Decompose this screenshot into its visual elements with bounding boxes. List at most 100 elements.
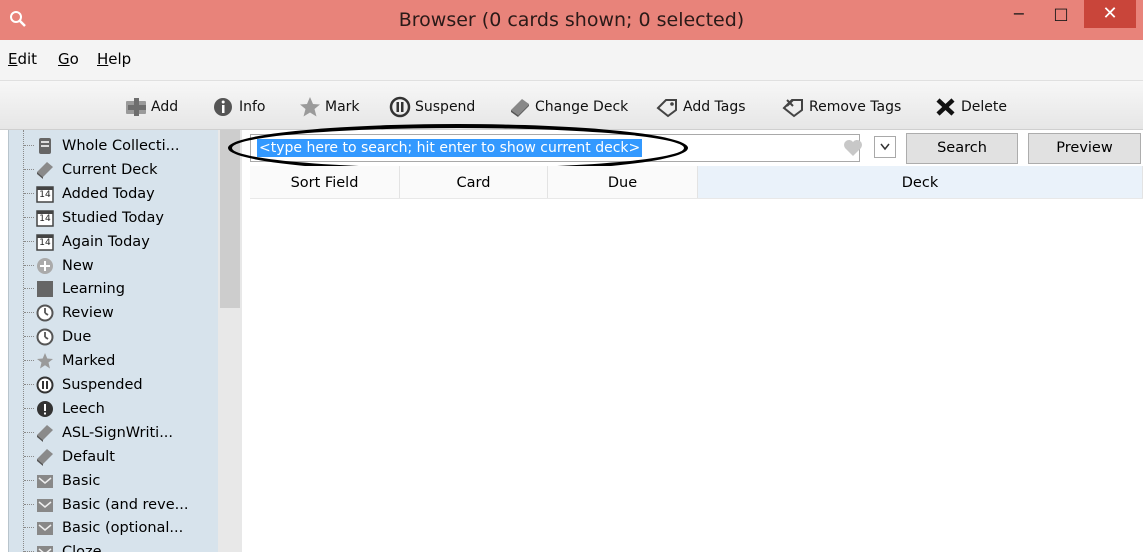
sidebar-item[interactable]: Leech [24, 398, 105, 420]
deck-icon [511, 99, 529, 117]
sidebar-item[interactable]: 14 Again Today [24, 231, 150, 253]
tag-icon [656, 99, 677, 118]
menu-bar: Edit Go Help [0, 40, 1143, 81]
toolbar: Add Info Mark Suspend Change Deck Add Ta… [0, 81, 1143, 130]
info-icon [214, 98, 232, 116]
tree-connector [24, 265, 34, 267]
tree-connector [24, 408, 34, 410]
sidebar-item[interactable]: Default [24, 446, 115, 468]
column-deck[interactable]: Deck [698, 166, 1143, 198]
sidebar-item[interactable]: ASL-SignWriti... [24, 422, 173, 444]
tree-connector [24, 169, 34, 171]
add-tags-button[interactable]: Add Tags [656, 95, 746, 119]
menu-go[interactable]: Go [58, 50, 79, 68]
sidebar-item-label: Due [62, 329, 92, 345]
tree-connector [24, 527, 34, 529]
change-deck-label: Change Deck [535, 99, 629, 115]
remove-tags-label: Remove Tags [809, 99, 902, 115]
tree-connector [24, 336, 34, 338]
square-icon [36, 280, 54, 298]
sidebar-item[interactable]: Marked [24, 350, 115, 372]
suspend-label: Suspend [415, 99, 476, 115]
info-button[interactable]: Info [212, 95, 266, 119]
tree-connector [24, 145, 34, 147]
delete-label: Delete [961, 99, 1007, 115]
sidebar-item[interactable]: Review [24, 302, 114, 324]
sidebar-item[interactable]: New [24, 255, 94, 277]
sidebar-item[interactable]: Cloze [24, 541, 102, 552]
mark-button[interactable]: Mark [298, 95, 360, 119]
delete-icon [936, 98, 955, 116]
calendar-icon: 14 [36, 233, 54, 251]
maximize-button[interactable]: □ [1042, 2, 1080, 26]
sidebar-item[interactable]: Learning [24, 278, 125, 300]
pause-icon [389, 96, 411, 118]
column-sort-field[interactable]: Sort Field [250, 166, 400, 198]
tree-connector [24, 504, 34, 506]
pause-icon [36, 376, 54, 394]
sidebar-item-label: Marked [62, 353, 116, 369]
change-deck-button[interactable]: Change Deck [508, 95, 628, 119]
suspend-button[interactable]: Suspend [388, 95, 475, 119]
heart-icon[interactable] [842, 137, 864, 159]
sidebar-item[interactable]: Current Deck [24, 159, 158, 181]
sidebar-item[interactable]: Basic (and reve... [24, 494, 188, 516]
column-card[interactable]: Card [400, 166, 548, 198]
collection-icon [36, 137, 54, 155]
add-button[interactable]: Add [124, 95, 178, 119]
sidebar-item-label: Current Deck [62, 162, 158, 178]
delete-button[interactable]: Delete [934, 95, 1007, 119]
sidebar-item[interactable]: 14 Added Today [24, 183, 155, 205]
info-label: Info [239, 99, 266, 115]
add-label: Add [151, 99, 179, 115]
minimize-button[interactable]: − [996, 2, 1042, 26]
sidebar-item-label: New [62, 258, 94, 274]
menu-edit[interactable]: Edit [8, 50, 37, 68]
sidebar-item-label: Suspended [62, 377, 143, 393]
sidebar-item[interactable]: Whole Collecti... [24, 135, 179, 157]
sidebar-item-label: Leech [62, 401, 105, 417]
calendar-icon: 14 [36, 185, 54, 203]
note-type-icon [36, 472, 54, 490]
preview-button[interactable]: Preview [1028, 133, 1141, 164]
deck-icon [36, 424, 54, 442]
search-button[interactable]: Search [906, 133, 1018, 164]
tree-connector [24, 456, 34, 458]
column-due[interactable]: Due [548, 166, 698, 198]
exclamation-icon [36, 400, 54, 418]
tree-connector [24, 360, 34, 362]
calendar-badge: 14 [39, 190, 51, 200]
close-button[interactable]: ✕ [1084, 0, 1136, 28]
star-icon [36, 352, 54, 370]
sidebar-item-label: Whole Collecti... [62, 138, 180, 154]
search-history-dropdown[interactable] [874, 136, 896, 158]
title-bar[interactable]: Browser (0 cards shown; 0 selected) − □ … [0, 0, 1143, 41]
note-type-icon [36, 543, 54, 552]
sidebar-item[interactable]: Basic (optional... [24, 517, 183, 539]
plus-circle-icon [36, 257, 54, 275]
mark-label: Mark [325, 99, 360, 115]
sidebar-scroll-thumb[interactable] [220, 130, 240, 308]
sidebar-item-label: Review [62, 305, 114, 321]
note-type-icon [36, 519, 54, 537]
tree-connector [24, 193, 34, 195]
card-list-area[interactable] [242, 199, 1143, 552]
tree-connector [24, 288, 34, 290]
note-type-icon [36, 496, 54, 514]
remove-tags-button[interactable]: Remove Tags [782, 95, 901, 119]
menu-help[interactable]: Help [97, 50, 131, 68]
sidebar-item-label: Basic [62, 473, 101, 489]
sidebar-item-label: Basic (and reve... [62, 497, 189, 513]
add-tags-label: Add Tags [683, 99, 746, 115]
sidebar-item[interactable]: Suspended [24, 374, 143, 396]
add-card-icon [126, 98, 146, 116]
sidebar-item-label: Studied Today [62, 210, 164, 226]
sidebar-item[interactable]: 14 Studied Today [24, 207, 164, 229]
chevron-down-icon [880, 143, 890, 151]
sidebar-item[interactable]: Basic [24, 470, 100, 492]
tree-connector [24, 217, 34, 219]
tag-remove-icon [782, 99, 803, 118]
clock-icon [36, 304, 54, 322]
tree-connector [24, 384, 34, 386]
sidebar-item[interactable]: Due [24, 326, 91, 348]
